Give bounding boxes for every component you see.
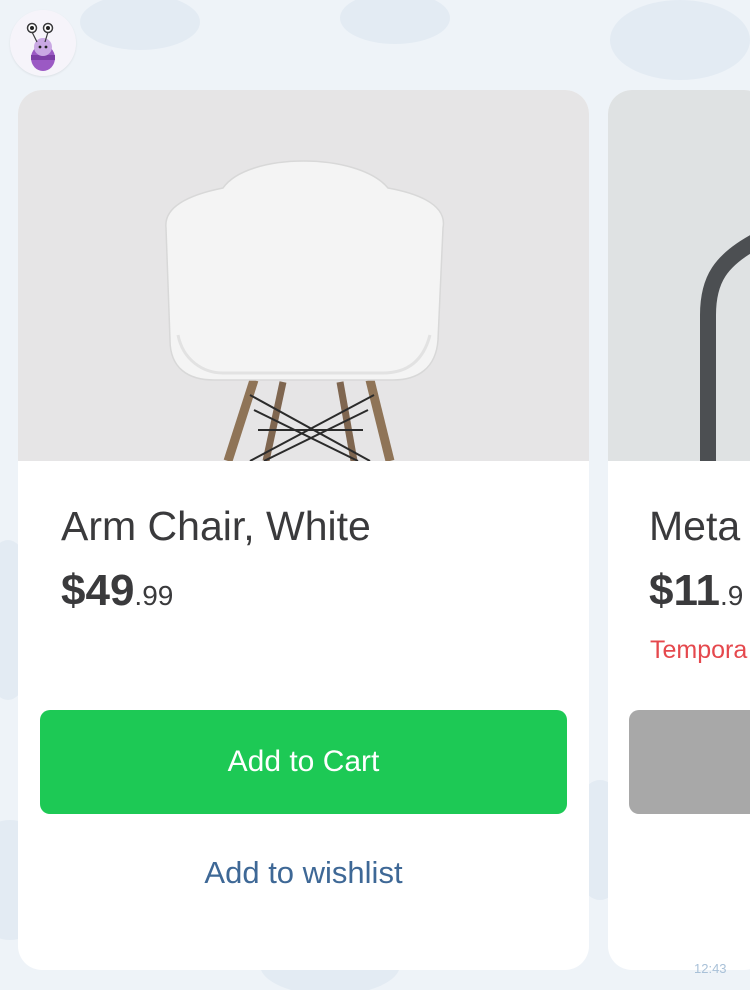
monster-avatar-icon [10, 10, 76, 76]
price-dollars: $49 [61, 566, 135, 615]
product-card[interactable]: Arm Chair, White $49.99 Add to Cart Add … [18, 90, 589, 970]
availability-status: Tempora [650, 636, 748, 664]
product-price: $49.99 [61, 566, 173, 616]
product-title: Arm Chair, White [61, 503, 371, 549]
add-to-wishlist-link[interactable]: Add to wishlist [18, 855, 589, 891]
add-to-cart-button-disabled[interactable] [629, 710, 750, 814]
avatar[interactable] [10, 10, 76, 76]
price-dollars: $11 [649, 566, 720, 615]
add-to-cart-button[interactable]: Add to Cart [40, 710, 567, 814]
arm-chair-image [18, 90, 589, 461]
price-cents: .9 [719, 580, 744, 611]
price-cents: .99 [134, 580, 174, 611]
timestamp: 12:43 [694, 961, 727, 976]
product-card[interactable]: Meta $11.9 Tempora [608, 90, 750, 970]
product-price: $11.9 [649, 566, 743, 616]
metal-stand-image [608, 90, 750, 461]
product-title: Meta [649, 503, 741, 549]
